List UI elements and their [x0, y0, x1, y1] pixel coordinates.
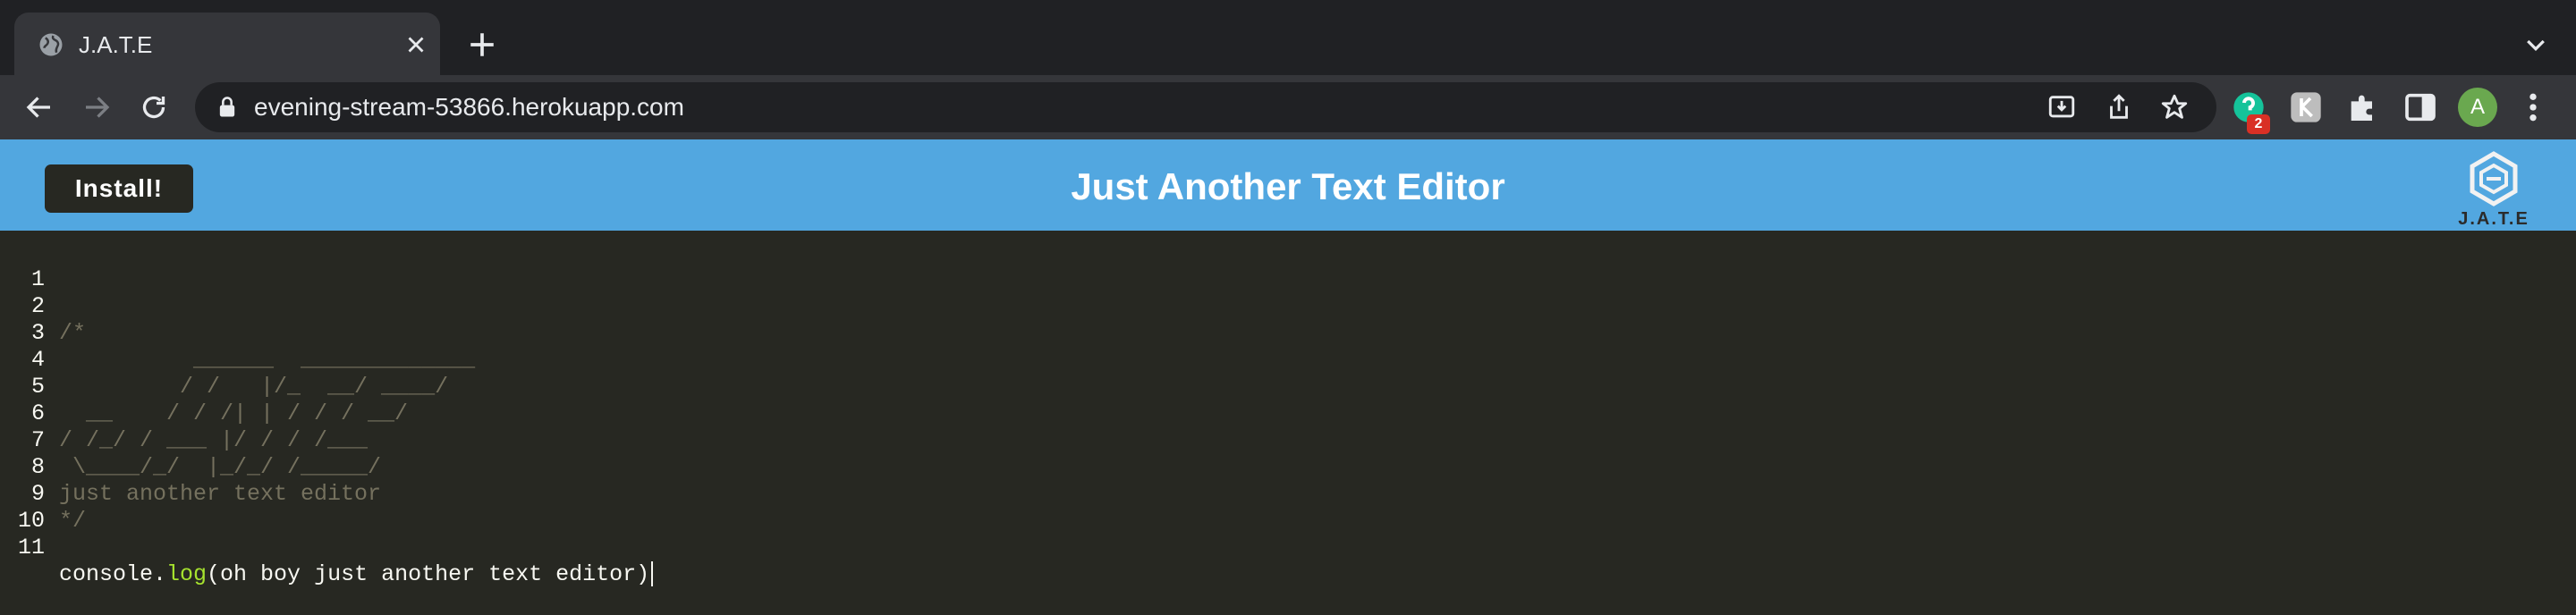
- profile-avatar[interactable]: A: [2458, 88, 2497, 127]
- logo-text: J.A.T.E: [2458, 209, 2529, 229]
- editor-line: 3 ______ _____________: [0, 293, 475, 373]
- address-bar[interactable]: evening-stream-53866.herokuapp.com: [195, 82, 2216, 132]
- editor-line: 1: [0, 240, 54, 292]
- code-object: console.: [59, 561, 167, 587]
- line-text[interactable]: / / |/_ __/ ____/: [59, 374, 448, 400]
- editor-line: 9 */: [0, 454, 86, 534]
- extension-badge: 2: [2247, 114, 2270, 134]
- editor-line: 8 just another text editor: [0, 427, 381, 507]
- globe-icon: [39, 33, 63, 56]
- back-arrow-icon[interactable]: [23, 91, 55, 123]
- line-number: 11: [17, 535, 45, 560]
- editor-line: 2 /*: [0, 266, 86, 346]
- url-text[interactable]: evening-stream-53866.herokuapp.com: [254, 93, 684, 122]
- browser-tab[interactable]: J.A.T.E: [14, 13, 440, 75]
- editor-line: 11 console.log(oh boy just another text …: [0, 508, 654, 587]
- forward-arrow-icon[interactable]: [80, 91, 113, 123]
- editor-line: 5 __ / / /| | / / / __/: [0, 347, 408, 426]
- browser-tab-strip: J.A.T.E: [0, 0, 2576, 75]
- app-header: Install! Just Another Text Editor J.A.T.…: [0, 139, 2576, 231]
- editor-line: 4 / / |/_ __/ ____/: [0, 320, 448, 400]
- bookmark-star-icon[interactable]: [2159, 92, 2190, 122]
- code-function: log: [166, 561, 208, 587]
- code-editor[interactable]: 1 2 /* 3 ______ _____________ 4 / / |/_ …: [0, 231, 2576, 587]
- editor-line: 10: [0, 481, 54, 534]
- new-tab-icon[interactable]: [467, 29, 497, 60]
- lock-icon[interactable]: [215, 95, 240, 120]
- line-text[interactable]: ______ _____________: [59, 347, 475, 374]
- line-text[interactable]: just another text editor: [59, 481, 381, 508]
- line-text[interactable]: */: [59, 508, 86, 535]
- line-text[interactable]: \____/_/ |_/_/ /_____/: [59, 454, 381, 481]
- line-text[interactable]: /*: [59, 320, 86, 347]
- line-text[interactable]: __ / / /| | / / / __/: [59, 400, 408, 427]
- reload-icon[interactable]: [138, 91, 170, 123]
- extensions-puzzle-icon[interactable]: [2345, 89, 2381, 125]
- close-tab-icon[interactable]: [402, 31, 429, 58]
- tab-search-chevron-icon[interactable]: [2522, 32, 2549, 59]
- browser-menu-icon[interactable]: [2515, 89, 2551, 125]
- share-icon[interactable]: [2104, 92, 2134, 122]
- side-panel-icon[interactable]: [2402, 89, 2438, 125]
- page-title: Just Another Text Editor: [1071, 165, 1505, 207]
- tab-title: J.A.T.E: [79, 31, 153, 58]
- install-app-icon[interactable]: [2046, 92, 2077, 122]
- browser-toolbar: evening-stream-53866.herokuapp.com 2 A: [0, 75, 2576, 139]
- code-arguments: (oh boy just another text editor): [207, 561, 650, 587]
- text-cursor: [651, 561, 654, 587]
- editor-line: 6 / /_/ / ___ |/ / / /___: [0, 374, 368, 453]
- line-text[interactable]: console.log(oh boy just another text edi…: [59, 561, 654, 588]
- extension-icon[interactable]: [2288, 89, 2324, 125]
- editor-line: 7 \____/_/ |_/_/ /_____/: [0, 400, 381, 480]
- line-text[interactable]: / /_/ / ___ |/ / / /___: [59, 427, 368, 454]
